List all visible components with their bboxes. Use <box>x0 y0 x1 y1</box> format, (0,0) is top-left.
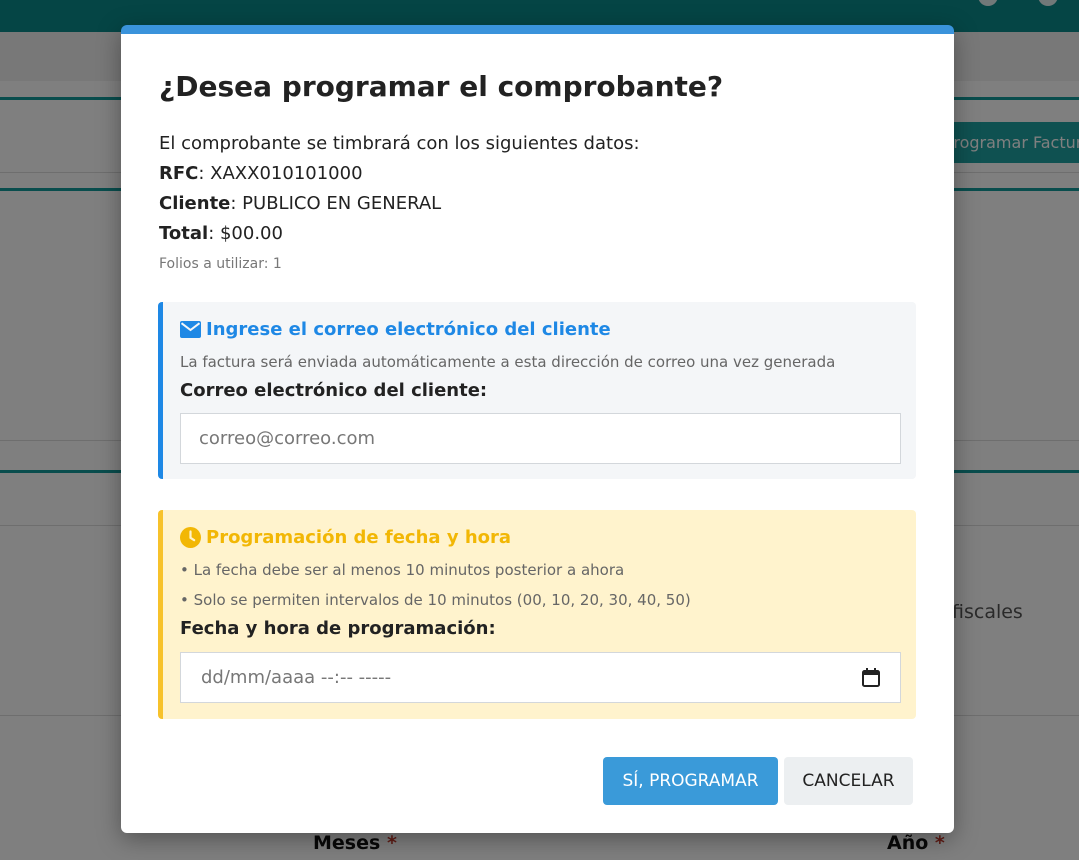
email-field-label: Correo electrónico del cliente: <box>180 380 488 401</box>
folios-text: Folios a utilizar: 1 <box>159 256 282 272</box>
client-value: : PUBLICO EN GENERAL <box>230 193 442 214</box>
schedule-rule-min-time: • La fecha debe ser al menos 10 minutos … <box>180 561 625 579</box>
schedule-invoice-dialog: ¿Desea programar el comprobante? El comp… <box>121 25 954 833</box>
total-value: : $00.00 <box>208 223 283 244</box>
schedule-section-title: Programación de fecha y hora <box>206 527 512 548</box>
email-section-title: Ingrese el correo electrónico del client… <box>206 319 611 340</box>
total-line: Total: $00.00 <box>159 223 283 244</box>
schedule-datetime-input[interactable]: dd/mm/aaaa --:-- ----- <box>180 652 901 703</box>
schedule-section-heading: Programación de fecha y hora <box>180 527 511 548</box>
client-line: Cliente: PUBLICO EN GENERAL <box>159 193 441 214</box>
envelope-icon <box>180 321 201 338</box>
confirm-schedule-button[interactable]: SÍ, PROGRAMAR <box>603 757 778 805</box>
clock-icon <box>180 527 201 548</box>
rfc-line: RFC: XAXX010101000 <box>159 163 363 184</box>
total-label: Total <box>159 223 209 244</box>
calendar-icon[interactable] <box>862 668 880 687</box>
email-section-heading: Ingrese el correo electrónico del client… <box>180 319 611 340</box>
dialog-intro: El comprobante se timbrará con los sigui… <box>159 133 640 154</box>
client-email-input[interactable] <box>180 413 901 464</box>
datetime-placeholder: dd/mm/aaaa --:-- ----- <box>201 667 392 688</box>
client-label: Cliente <box>159 193 231 214</box>
schedule-rule-intervals: • Solo se permiten intervalos de 10 minu… <box>180 591 691 609</box>
cancel-button[interactable]: CANCELAR <box>784 757 913 805</box>
rfc-label: RFC <box>159 163 199 184</box>
schedule-section: Programación de fecha y hora • La fecha … <box>158 510 916 719</box>
rfc-value: : XAXX010101000 <box>198 163 363 184</box>
schedule-field-label: Fecha y hora de programación: <box>180 618 496 639</box>
email-section: Ingrese el correo electrónico del client… <box>158 302 916 479</box>
dialog-title: ¿Desea programar el comprobante? <box>159 70 724 103</box>
email-section-description: La factura será enviada automáticamente … <box>180 353 836 371</box>
